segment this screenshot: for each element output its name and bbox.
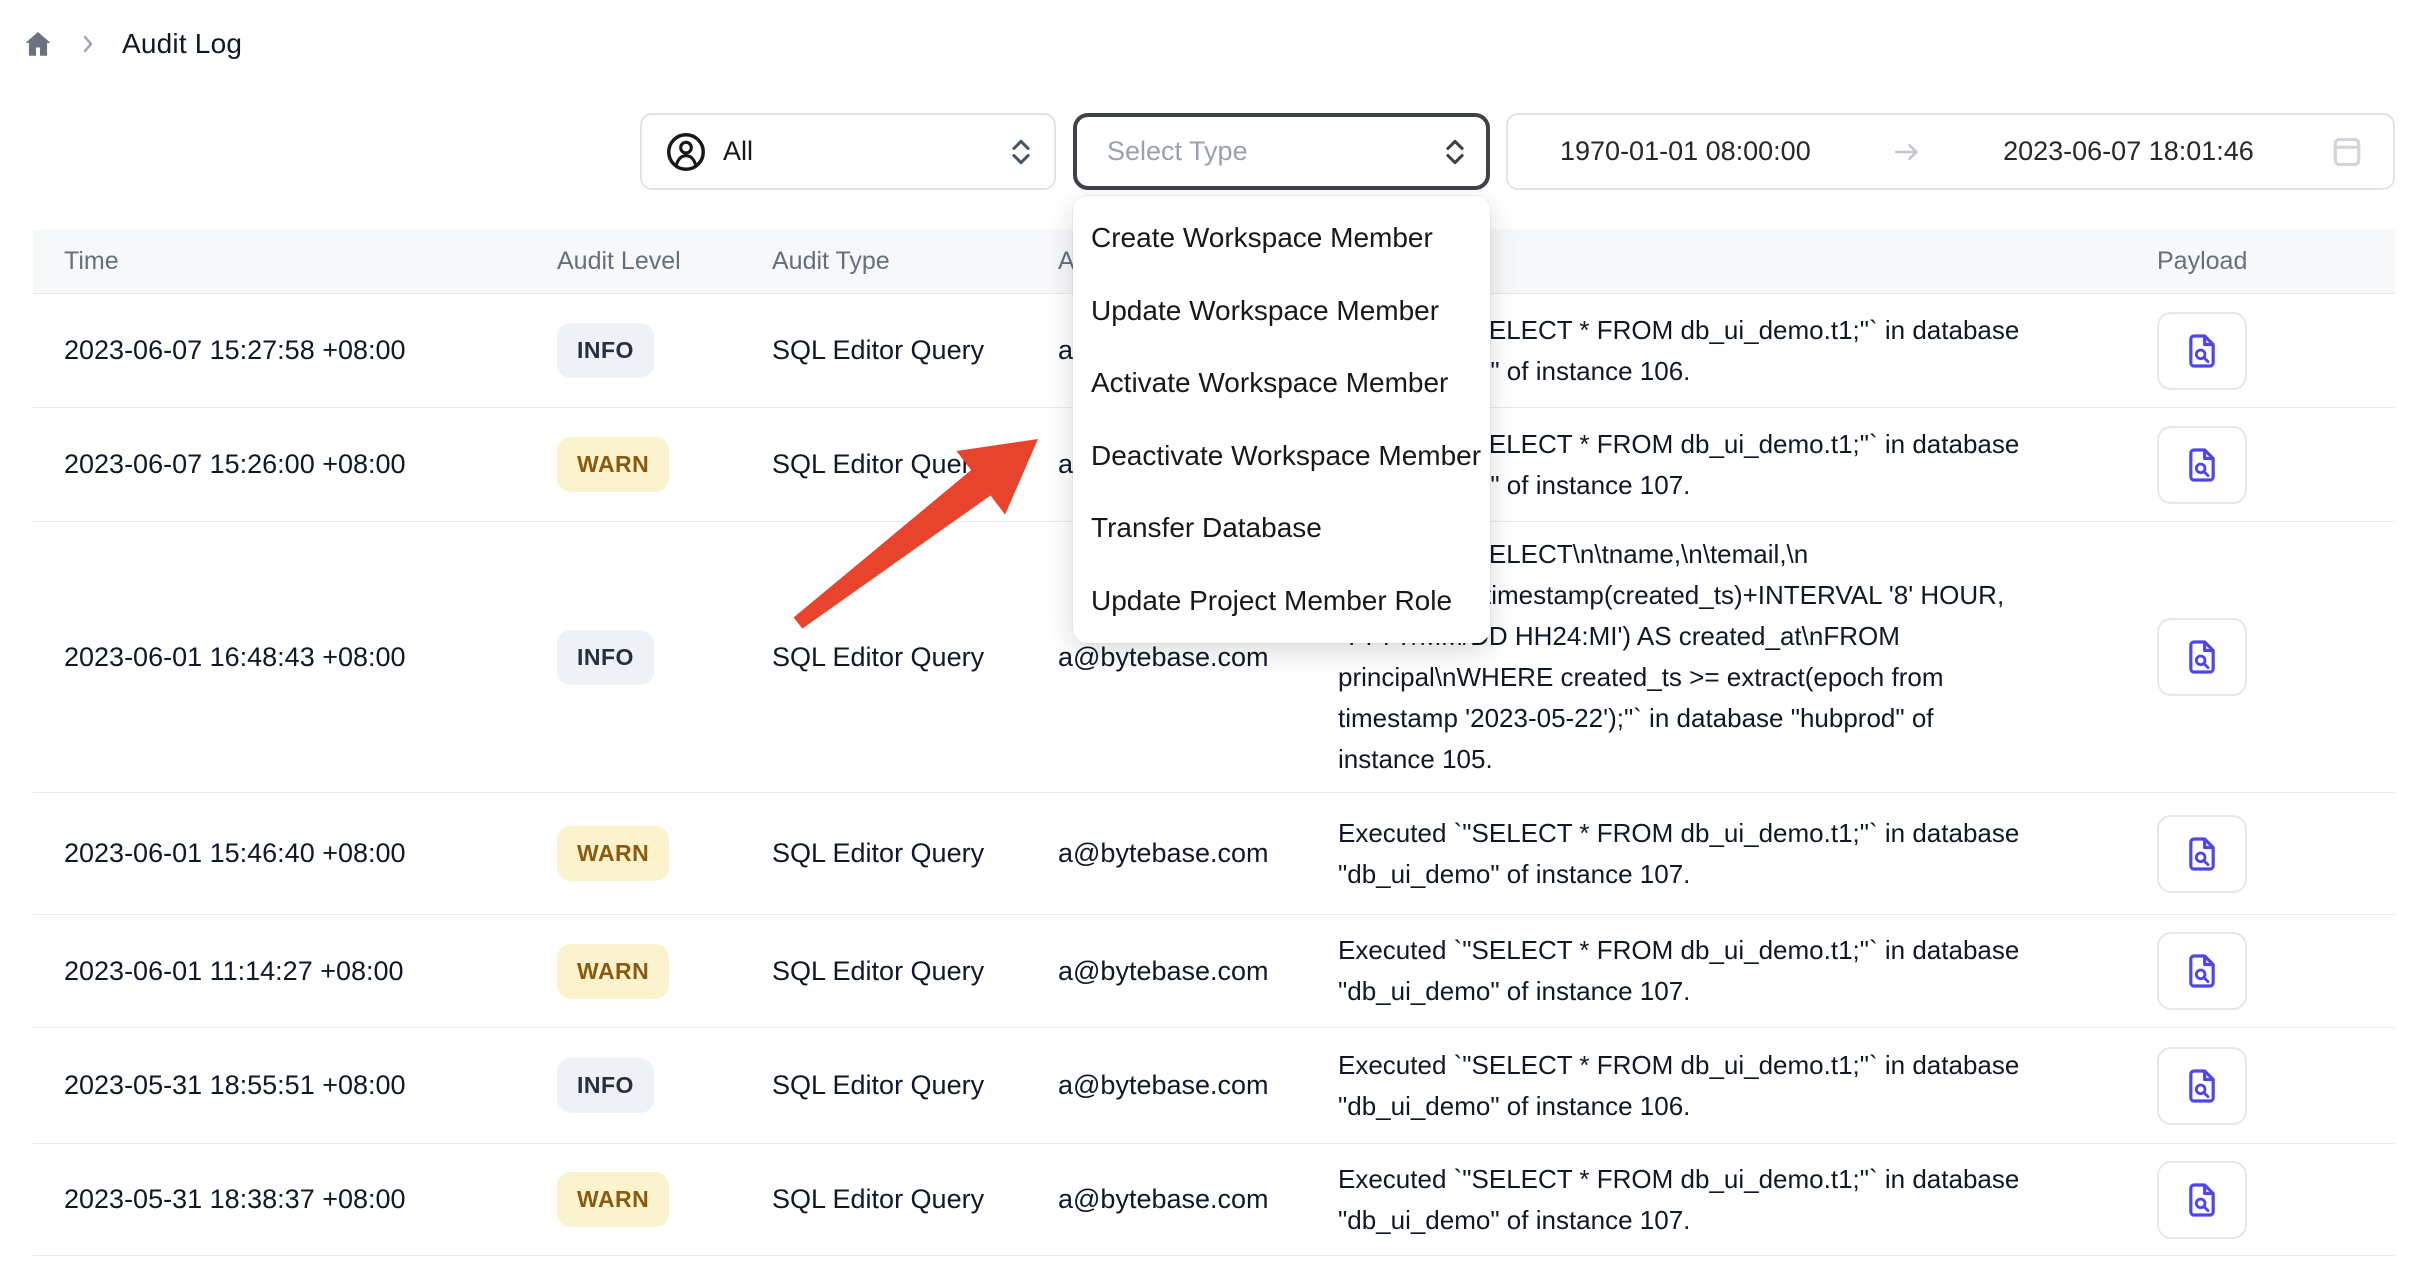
home-icon[interactable] [22, 28, 54, 60]
col-header-time: Time [33, 247, 557, 276]
view-payload-button[interactable] [2157, 932, 2247, 1010]
page-title: Audit Log [122, 28, 242, 60]
date-range-picker[interactable]: 1970-01-01 08:00:00 2023-06-07 18:01:46 [1506, 113, 2395, 190]
cell-audit-type: SQL Editor Query [772, 1184, 1058, 1215]
audit-level-badge: INFO [557, 630, 654, 685]
breadcrumb: Audit Log [22, 28, 242, 60]
date-range-end[interactable]: 2023-06-07 18:01:46 [2003, 136, 2254, 167]
calendar-icon [2327, 132, 2367, 172]
audit-level-badge: WARN [557, 944, 669, 999]
file-search-icon [2182, 637, 2222, 677]
audit-level-badge: INFO [557, 1058, 654, 1113]
right-arrow-icon [1890, 137, 1924, 167]
audit-level-badge: INFO [557, 323, 654, 378]
cell-audit-level: INFO [557, 630, 772, 685]
cell-time: 2023-06-07 15:26:00 +08:00 [33, 449, 557, 480]
col-header-payload: Payload [2140, 247, 2395, 276]
cell-actor: a@bytebase.com [1058, 956, 1338, 987]
cell-audit-type: SQL Editor Query [772, 449, 1058, 480]
cell-time: 2023-05-31 18:55:51 +08:00 [33, 1070, 557, 1101]
cell-payload [2140, 426, 2395, 504]
table-row: 2023-05-31 18:55:51 +08:00INFO SQL Editor… [33, 1028, 2395, 1144]
col-header-audit-type: Audit Type [772, 247, 1058, 276]
view-payload-button[interactable] [2157, 618, 2247, 696]
table-row: 2023-05-31 18:38:37 +08:00WARN SQL Editor… [33, 1144, 2395, 1256]
cell-audit-level: WARN [557, 437, 772, 492]
cell-time: 2023-06-07 15:27:58 +08:00 [33, 335, 557, 366]
cell-audit-type: SQL Editor Query [772, 335, 1058, 366]
audit-level-badge: WARN [557, 437, 669, 492]
type-menu-item[interactable]: Update Workspace Member [1073, 275, 1490, 348]
view-payload-button[interactable] [2157, 815, 2247, 893]
cell-time: 2023-05-31 18:38:37 +08:00 [33, 1184, 557, 1215]
file-search-icon [2182, 445, 2222, 485]
breadcrumb-separator-icon [76, 32, 100, 56]
cell-audit-level: WARN [557, 1172, 772, 1227]
table-row: 2023-06-01 11:14:27 +08:00WARN SQL Editor… [33, 915, 2395, 1028]
col-header-audit-level: Audit Level [557, 247, 772, 276]
cell-actor: a@bytebase.com [1058, 1070, 1338, 1101]
cell-actor: a@bytebase.com [1058, 1184, 1338, 1215]
date-range-start[interactable]: 1970-01-01 08:00:00 [1560, 136, 1811, 167]
cell-audit-level: INFO [557, 323, 772, 378]
view-payload-button[interactable] [2157, 1047, 2247, 1125]
cell-comment: Executed `"SELECT * FROM db_ui_demo.t1;"… [1338, 930, 2140, 1012]
cell-audit-level: WARN [557, 826, 772, 881]
cell-time: 2023-06-01 11:14:27 +08:00 [33, 956, 557, 987]
cell-audit-type: SQL Editor Query [772, 642, 1058, 673]
cell-payload [2140, 1161, 2395, 1239]
cell-audit-level: INFO [557, 1058, 772, 1113]
type-filter-placeholder: Select Type [1107, 136, 1248, 167]
cell-payload [2140, 312, 2395, 390]
cell-comment: Executed `"SELECT * FROM db_ui_demo.t1;"… [1338, 1159, 2140, 1241]
type-menu-item[interactable]: Update Project Member Role [1073, 565, 1490, 638]
cell-actor: a@bytebase.com [1058, 838, 1338, 869]
filter-bar: All Select Type 1970-01-01 08:00:00 2023… [640, 113, 2395, 190]
view-payload-button[interactable] [2157, 312, 2247, 390]
type-menu-item[interactable]: Transfer Database [1073, 492, 1490, 565]
cell-audit-type: SQL Editor Query [772, 838, 1058, 869]
cell-comment: Executed `"SELECT * FROM db_ui_demo.t1;"… [1338, 1045, 2140, 1127]
cell-audit-type: SQL Editor Query [772, 956, 1058, 987]
cell-payload [2140, 932, 2395, 1010]
cell-actor: a@bytebase.com [1058, 642, 1338, 673]
type-menu-item[interactable]: Deactivate Workspace Member [1073, 420, 1490, 493]
cell-audit-level: WARN [557, 944, 772, 999]
cell-audit-type: SQL Editor Query [772, 1070, 1058, 1101]
type-filter-dropdown-menu: Create Workspace MemberUpdate Workspace … [1073, 196, 1490, 643]
audit-level-badge: WARN [557, 1172, 669, 1227]
person-circle-icon [664, 130, 708, 174]
actor-filter-select[interactable]: All [640, 113, 1056, 190]
type-menu-item[interactable]: Create Workspace Member [1073, 202, 1490, 275]
file-search-icon [2182, 951, 2222, 991]
cell-payload [2140, 618, 2395, 696]
actor-filter-value: All [723, 136, 753, 167]
up-down-chevrons-icon [1442, 137, 1468, 167]
cell-payload [2140, 1047, 2395, 1125]
cell-payload [2140, 815, 2395, 893]
file-search-icon [2182, 834, 2222, 874]
up-down-chevrons-icon [1008, 137, 1034, 167]
type-filter-select[interactable]: Select Type [1073, 113, 1490, 190]
table-row: 2023-06-01 15:46:40 +08:00WARN SQL Editor… [33, 793, 2395, 915]
file-search-icon [2182, 1180, 2222, 1220]
cell-comment: Executed `"SELECT * FROM db_ui_demo.t1;"… [1338, 813, 2140, 895]
file-search-icon [2182, 1066, 2222, 1106]
view-payload-button[interactable] [2157, 1161, 2247, 1239]
type-menu-item[interactable]: Activate Workspace Member [1073, 347, 1490, 420]
file-search-icon [2182, 331, 2222, 371]
audit-level-badge: WARN [557, 826, 669, 881]
cell-time: 2023-06-01 16:48:43 +08:00 [33, 642, 557, 673]
cell-time: 2023-06-01 15:46:40 +08:00 [33, 838, 557, 869]
view-payload-button[interactable] [2157, 426, 2247, 504]
